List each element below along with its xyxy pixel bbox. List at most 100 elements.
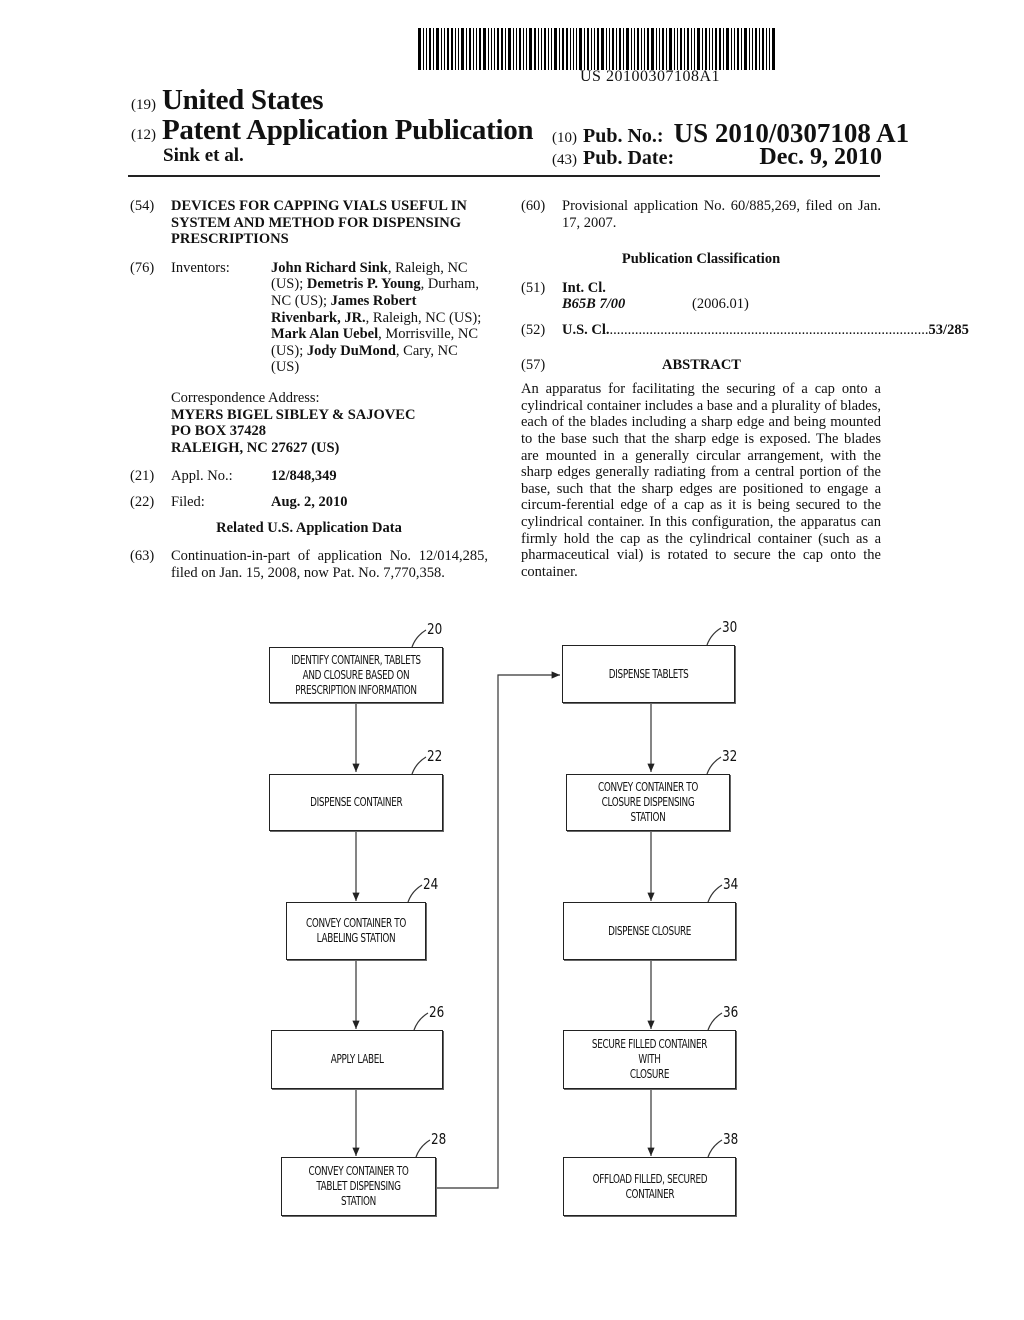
barcode-bar [606, 28, 607, 70]
barcode-bar [741, 28, 742, 70]
flowchart-step-34: DISPENSE CLOSURE [563, 902, 736, 960]
barcode-bar [637, 28, 639, 70]
barcode-bar [513, 28, 514, 70]
inventors-field: (76) Inventors: John Richard Sink , Ralei… [130, 260, 488, 376]
flowchart-step-38: OFFLOAD FILLED, SECURED CONTAINER [563, 1157, 736, 1216]
barcode-bar [494, 28, 495, 70]
authors: Sink et al. [163, 145, 244, 166]
barcode-bar [644, 28, 645, 70]
left-column: (54) DEVICES FOR CAPPING VIALS USEFUL IN… [130, 198, 488, 590]
barcode-bar [737, 28, 739, 70]
barcode-bar [612, 28, 614, 70]
barcode-bar [433, 28, 434, 70]
barcode-bar [551, 28, 552, 70]
correspondence-line: RALEIGH, NC 27627 (US) [171, 439, 340, 456]
filed-label: Filed: [171, 493, 205, 510]
barcode-bar [656, 28, 657, 70]
barcode-bar [423, 28, 424, 70]
int-cl-code: (51) [521, 279, 546, 296]
country-code: (19) [131, 97, 156, 113]
barcode-bar [505, 28, 506, 70]
classification-heading: Publication Classification [621, 251, 781, 268]
barcode-bar [466, 28, 467, 70]
barcode-bar [766, 28, 767, 70]
country-line: (19) United States [131, 84, 324, 117]
patent-title: DEVICES FOR CAPPING VIALS USEFUL IN SYST… [171, 198, 467, 248]
pub-date-label: Pub. Date: [583, 147, 675, 169]
us-cl-leader-dots: ........................................… [609, 321, 929, 338]
barcode-bar [436, 28, 439, 70]
int-cl-value: B65B 7/00 [562, 296, 626, 313]
barcode-bar [626, 28, 629, 70]
provisional-text: Provisional application No. 60/885,269, … [562, 198, 881, 231]
step-ref-30: 30 [722, 618, 738, 636]
related-data-heading: Related U.S. Application Data [216, 519, 402, 536]
barcode-bar [759, 28, 760, 70]
correspondence-line: PO BOX 37428 [171, 423, 267, 440]
publication-type-line: (12) Patent Application Publication [131, 114, 534, 147]
us-cl-label: U.S. Cl. [562, 321, 610, 338]
barcode-bar [647, 28, 649, 70]
barcode-bar [444, 28, 445, 70]
abstract-heading: ABSTRACT [662, 356, 741, 373]
header-divider [128, 175, 880, 177]
abstract-heading-field: (57) ABSTRACT [521, 357, 881, 374]
barcode-bar [616, 28, 617, 70]
barcode-bar [483, 28, 486, 70]
barcode-bar [705, 28, 707, 70]
barcode [418, 28, 878, 70]
flowchart-step-22: DISPENSE CONTAINER [269, 774, 443, 831]
appl-label: Appl. No.: [171, 468, 233, 485]
barcode-bar [418, 28, 421, 70]
leader-28 [415, 1139, 431, 1158]
publication-type: Patent Application Publication [162, 114, 534, 146]
barcode-bar [491, 28, 492, 70]
barcode-bar [712, 28, 713, 70]
barcode-bar [769, 28, 770, 70]
barcode-bar [579, 28, 582, 70]
barcode-bar [662, 28, 664, 70]
step-ref-24: 24 [423, 875, 439, 893]
barcode-number: US 20100307108A1 [580, 68, 721, 85]
barcode-bar [752, 28, 753, 70]
leader-34 [707, 884, 723, 903]
barcode-bar [469, 28, 471, 70]
barcode-bar [573, 28, 574, 70]
barcode-bar [570, 28, 571, 70]
barcode-bar [734, 28, 735, 70]
inventors-label: Inventors: [171, 259, 230, 276]
step-ref-38: 38 [723, 1130, 739, 1148]
barcode-bar [479, 28, 481, 70]
correspondence-line: MYERS BIGEL SIBLEY & SAJOVEC [171, 406, 416, 423]
us-cl-code: (52) [521, 321, 546, 338]
barcode-bar [659, 28, 660, 70]
correspondence-field: Correspondence Address: MYERS BIGEL SIBL… [130, 390, 488, 456]
int-cl-field: (51) Int. Cl. B65B 7/00 (2006.01) [521, 280, 881, 313]
barcode-bar [429, 28, 431, 70]
barcode-bar [666, 28, 667, 70]
barcode-bar [651, 28, 654, 70]
flowchart-step-30: DISPENSE TABLETS [562, 645, 735, 703]
barcode-bar [762, 28, 764, 70]
pub-date: Dec. 9, 2010 [759, 144, 882, 170]
continuation-text: Continuation-in-part of application No. … [171, 548, 488, 581]
int-cl-year: (2006.01) [692, 296, 749, 313]
barcode-bar [447, 28, 449, 70]
barcode-bar [519, 28, 521, 70]
barcode-bar [461, 28, 464, 70]
barcode-bar [631, 28, 632, 70]
barcode-bar [554, 28, 557, 70]
leader-30 [706, 627, 722, 646]
leader-38 [707, 1139, 723, 1158]
step-ref-22: 22 [427, 747, 443, 765]
inventor-name: Demetris P. Young [306, 276, 421, 293]
application-number-field: (21) Appl. No.: 12/848,349 [130, 468, 488, 485]
correspondence: Correspondence Address: MYERS BIGEL SIBL… [171, 390, 488, 456]
barcode-bar [516, 28, 517, 70]
barcode-bar [684, 28, 685, 70]
leader-24 [407, 884, 423, 903]
barcode-bar [426, 28, 427, 70]
barcode-bar [441, 28, 442, 70]
pub-date-code: (43) [552, 152, 577, 168]
barcode-bar [674, 28, 675, 70]
